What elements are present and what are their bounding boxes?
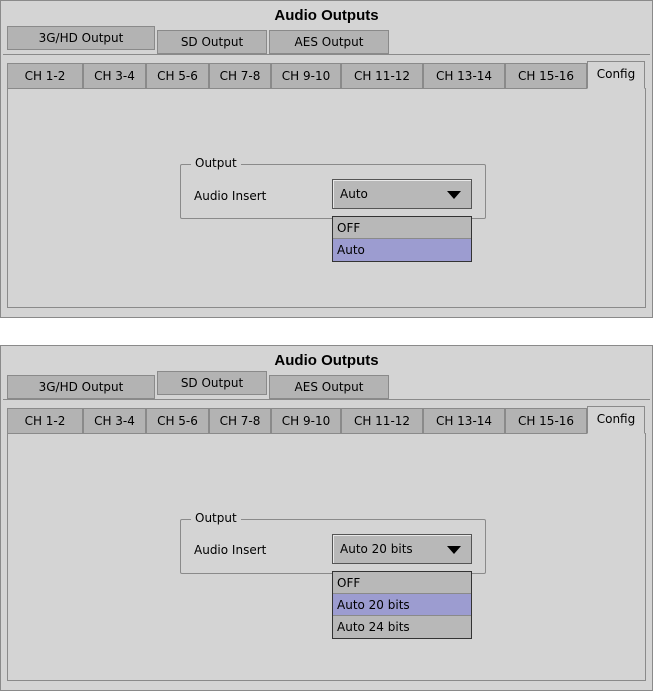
tab-ch-13-14[interactable]: CH 13-14 xyxy=(423,63,505,89)
tab-ch-3-4[interactable]: CH 3-4 xyxy=(83,63,146,89)
tab-ch-7-8[interactable]: CH 7-8 xyxy=(209,63,271,89)
tab-divider xyxy=(3,54,650,55)
tab-ch-9-10[interactable]: CH 9-10 xyxy=(271,408,341,434)
config-content: Output Audio Insert Auto 20 bits OFF Aut… xyxy=(7,433,646,681)
tab-sd-output[interactable]: SD Output xyxy=(157,30,267,54)
audio-outputs-panel: Audio Outputs 3G/HD Output SD Output AES… xyxy=(0,0,653,318)
audio-insert-label: Audio Insert xyxy=(194,189,267,203)
audio-insert-dropdown: OFF Auto xyxy=(332,216,472,262)
tab-3g-hd-output[interactable]: 3G/HD Output xyxy=(7,26,155,50)
tab-3g-hd-output[interactable]: 3G/HD Output xyxy=(7,375,155,399)
dropdown-option-off[interactable]: OFF xyxy=(333,217,471,239)
group-legend: Output xyxy=(191,156,241,170)
tab-ch-11-12[interactable]: CH 11-12 xyxy=(341,408,423,434)
tab-sd-output[interactable]: SD Output xyxy=(157,371,267,395)
tab-ch-9-10[interactable]: CH 9-10 xyxy=(271,63,341,89)
tab-ch-7-8[interactable]: CH 7-8 xyxy=(209,408,271,434)
tab-ch-1-2[interactable]: CH 1-2 xyxy=(7,408,83,434)
dropdown-option-auto-20-bits[interactable]: Auto 20 bits xyxy=(333,594,471,616)
config-content: Output Audio Insert Auto OFF Auto xyxy=(7,88,646,308)
dropdown-option-auto-24-bits[interactable]: Auto 24 bits xyxy=(333,616,471,638)
tab-divider xyxy=(3,399,650,400)
tab-ch-5-6[interactable]: CH 5-6 xyxy=(146,408,209,434)
tab-ch-1-2[interactable]: CH 1-2 xyxy=(7,63,83,89)
panel-title: Audio Outputs xyxy=(274,352,379,369)
chevron-down-icon xyxy=(447,546,461,554)
audio-insert-combo[interactable]: Auto 20 bits xyxy=(332,534,472,564)
combo-value: Auto 20 bits xyxy=(340,542,413,556)
dropdown-option-auto[interactable]: Auto xyxy=(333,239,471,261)
tab-aes-output[interactable]: AES Output xyxy=(269,30,389,54)
tab-ch-13-14[interactable]: CH 13-14 xyxy=(423,408,505,434)
panel-title: Audio Outputs xyxy=(274,7,379,24)
tab-ch-11-12[interactable]: CH 11-12 xyxy=(341,63,423,89)
dropdown-option-off[interactable]: OFF xyxy=(333,572,471,594)
group-legend: Output xyxy=(191,511,241,525)
tab-aes-output[interactable]: AES Output xyxy=(269,375,389,399)
audio-outputs-panel: Audio Outputs 3G/HD Output SD Output AES… xyxy=(0,345,653,691)
combo-value: Auto xyxy=(340,187,368,201)
tab-config[interactable]: Config xyxy=(587,61,645,89)
tab-ch-15-16[interactable]: CH 15-16 xyxy=(505,408,587,434)
tab-ch-3-4[interactable]: CH 3-4 xyxy=(83,408,146,434)
audio-insert-dropdown: OFF Auto 20 bits Auto 24 bits xyxy=(332,571,472,639)
tab-ch-15-16[interactable]: CH 15-16 xyxy=(505,63,587,89)
audio-insert-combo[interactable]: Auto xyxy=(332,179,472,209)
tab-config[interactable]: Config xyxy=(587,406,645,434)
chevron-down-icon xyxy=(447,191,461,199)
audio-insert-label: Audio Insert xyxy=(194,543,267,557)
tab-ch-5-6[interactable]: CH 5-6 xyxy=(146,63,209,89)
